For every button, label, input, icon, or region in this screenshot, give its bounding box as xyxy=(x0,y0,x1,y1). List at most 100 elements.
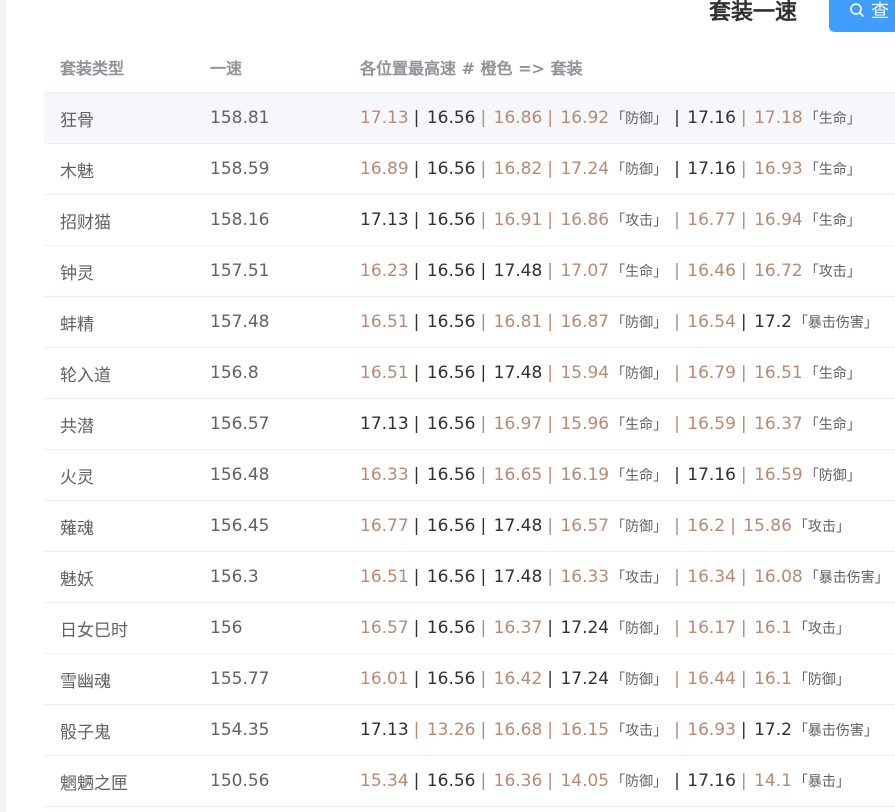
slot-separator: | xyxy=(480,159,492,179)
table-row[interactable]: 招财猫 158.16 17.13 | 16.56 | 16.91 | 16.86 「攻击」 |… xyxy=(44,195,895,246)
slot-separator: | xyxy=(413,363,425,383)
header-slot-speeds[interactable]: 各位置最高速 # 橙色 => 套装 xyxy=(344,55,895,79)
slot-speed-value: 16.56 xyxy=(426,210,476,230)
header-suit-type[interactable]: 套装类型 xyxy=(44,55,194,79)
first-speed: 158.81 xyxy=(210,108,270,128)
slot-separator: | xyxy=(413,771,425,791)
suit-name: 狂骨 xyxy=(60,110,94,131)
slot-speed-value: 16.77 xyxy=(687,210,736,230)
slot-speed-value: 16.44 xyxy=(687,669,736,689)
table-row[interactable]: 日女巳时 156 16.57 | 16.56 | 16.37 | 17.24 「防御」 | 1… xyxy=(44,603,895,654)
slot-separator: | xyxy=(413,618,425,638)
slot-separator: | xyxy=(740,261,753,281)
suit-tag: 「生命」 xyxy=(804,162,861,178)
slot-separator: | xyxy=(674,618,686,638)
slot-separator: | xyxy=(480,618,492,638)
slot-speed-value: 14.05 xyxy=(560,771,610,791)
slot-separator: | xyxy=(674,414,686,434)
slot-separator: | xyxy=(740,159,753,179)
header-speed[interactable]: 一速 xyxy=(194,55,344,79)
table-row[interactable]: 薙魂 156.45 16.77 | 16.56 | 17.48 | 16.57 「防御」 | … xyxy=(44,501,895,552)
slot-speed-value: 15.94 xyxy=(560,363,610,383)
slot-speed-value: 16.51 xyxy=(360,363,409,383)
first-speed: 158.59 xyxy=(210,159,270,179)
slot-separator: | xyxy=(730,516,742,536)
slot-speed-value: 16.94 xyxy=(754,210,803,230)
suit-name: 轮入道 xyxy=(60,365,111,386)
slot-separator: | xyxy=(740,618,753,638)
table-row[interactable]: 轮入道 156.8 16.51 | 16.56 | 17.48 | 15.94 「防御」 | … xyxy=(44,348,895,399)
slot-separator: | xyxy=(674,312,686,332)
suit-tag: 「生命」 xyxy=(611,264,668,280)
slot-speed-value: 16.1 xyxy=(754,669,792,689)
slot-separator: | xyxy=(547,261,559,281)
slot-separator: | xyxy=(480,312,492,332)
slot-speed-value: 17.48 xyxy=(493,363,543,383)
slot-speed-value: 15.86 xyxy=(743,516,792,536)
table-row[interactable]: 钟灵 157.51 16.23 | 16.56 | 17.48 | 17.07 「生命」 | … xyxy=(44,246,895,297)
slot-speed-value: 13.26 xyxy=(426,720,476,740)
suit-tag: 「防御」 xyxy=(611,621,668,637)
query-button[interactable]: 查 xyxy=(829,0,895,32)
slot-speed-value: 16.92 xyxy=(560,108,610,128)
slot-separator: | xyxy=(480,516,492,536)
suit-tag: 「攻击」 xyxy=(611,723,668,739)
slot-speed-value: 16.72 xyxy=(754,261,803,281)
table-row[interactable]: 雪幽魂 155.77 16.01 | 16.56 | 16.42 | 17.24 「防御」 |… xyxy=(44,654,895,705)
slot-separator: | xyxy=(674,363,686,383)
slot-speeds: 16.51 | 16.56 | 17.48 | 16.33 「攻击」 | 16.34 | 1… xyxy=(344,567,895,587)
slot-speed-value: 16.56 xyxy=(426,771,476,791)
slot-separator: | xyxy=(413,210,425,230)
slot-speed-value: 16.34 xyxy=(687,567,736,587)
slot-speeds: 16.51 | 16.56 | 16.81 | 16.87 「防御」 | 16.54 | 1… xyxy=(344,312,895,332)
slot-speed-value: 15.34 xyxy=(360,771,409,791)
slot-separator: | xyxy=(740,567,753,587)
suit-tag: 「攻击」 xyxy=(793,519,850,535)
table-row[interactable]: 魍魉之匣 150.56 15.34 | 16.56 | 16.36 | 14.05 「防御」… xyxy=(44,756,895,807)
slot-separator: | xyxy=(547,210,559,230)
first-speed: 156.57 xyxy=(210,414,270,434)
slot-speed-value: 16.51 xyxy=(360,312,409,332)
slot-speed-value: 16.59 xyxy=(754,465,803,485)
slot-speed-value: 16.93 xyxy=(687,720,736,740)
slot-separator: | xyxy=(740,720,753,740)
slot-separator: | xyxy=(674,159,686,179)
slot-speeds: 17.13 | 16.56 | 16.97 | 15.96 「生命」 | 16.59 | 1… xyxy=(344,414,895,434)
query-button-label: 查 xyxy=(871,1,889,22)
slot-speed-value: 17.16 xyxy=(687,465,736,485)
suit-tag: 「防御」 xyxy=(611,162,668,178)
table-row[interactable]: 共潜 156.57 17.13 | 16.56 | 16.97 | 15.96 「生命」 | … xyxy=(44,399,895,450)
slot-separator: | xyxy=(740,465,753,485)
suit-name: 木魅 xyxy=(60,161,94,182)
table-row[interactable]: 火灵 156.48 16.33 | 16.56 | 16.65 | 16.19 「生命」 | … xyxy=(44,450,895,501)
suit-tag: 「暴击伤害」 xyxy=(793,315,878,331)
slot-speed-value: 16.82 xyxy=(493,159,543,179)
slot-speed-value: 17.13 xyxy=(360,210,409,230)
table-row[interactable]: 狂骨 158.81 17.13 | 16.56 | 16.86 | 16.92 「防御」 | … xyxy=(44,93,895,144)
slot-separator: | xyxy=(413,720,425,740)
table-row[interactable]: 蚌精 157.48 16.51 | 16.56 | 16.81 | 16.87 「防御」 | … xyxy=(44,297,895,348)
table-row[interactable]: 骰子鬼 154.35 17.13 | 13.26 | 16.68 | 16.15 「攻击」 |… xyxy=(44,705,895,756)
table-row[interactable]: 魅妖 156.3 16.51 | 16.56 | 17.48 | 16.33 「攻击」 | 1… xyxy=(44,552,895,603)
slot-speed-value: 17.48 xyxy=(493,261,543,281)
slot-separator: | xyxy=(740,414,753,434)
slot-speeds: 16.33 | 16.56 | 16.65 | 16.19 「生命」 | 17.16 | 1… xyxy=(344,465,895,485)
suit-tag: 「防御」 xyxy=(611,315,668,331)
slot-speed-value: 17.13 xyxy=(360,414,409,434)
slot-separator: | xyxy=(480,567,492,587)
suit-tag: 「防御」 xyxy=(611,366,668,382)
suit-tag: 「生命」 xyxy=(804,213,861,229)
first-speed: 157.51 xyxy=(210,261,270,281)
slot-separator: | xyxy=(413,312,425,332)
suit-tag: 「生命」 xyxy=(611,468,668,484)
slot-separator: | xyxy=(547,516,559,536)
slot-speed-value: 17.24 xyxy=(560,618,610,638)
slot-separator: | xyxy=(547,465,559,485)
slot-speed-value: 17.16 xyxy=(687,159,736,179)
slot-speed-value: 17.48 xyxy=(493,567,543,587)
slot-speed-value: 16.93 xyxy=(754,159,803,179)
suit-tag: 「生命」 xyxy=(804,417,861,433)
suit-tag: 「生命」 xyxy=(804,111,861,127)
table-row[interactable]: 木魅 158.59 16.89 | 16.56 | 16.82 | 17.24 「防御」 | … xyxy=(44,144,895,195)
slot-speed-value: 16.56 xyxy=(426,108,476,128)
